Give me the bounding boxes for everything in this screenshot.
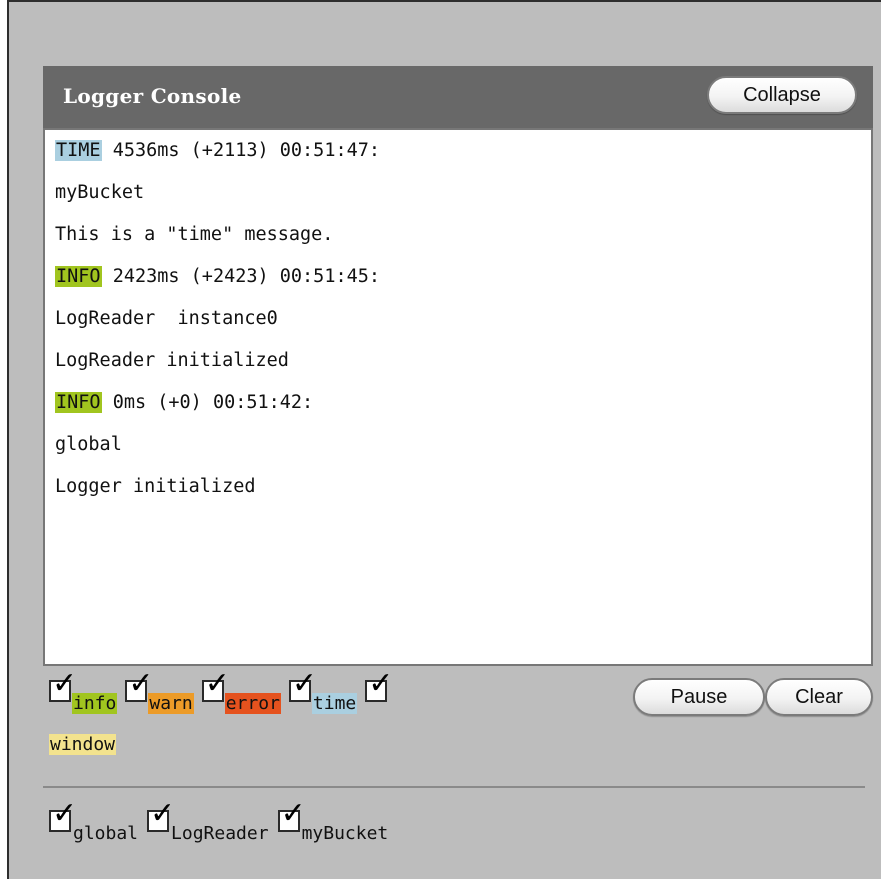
source-label-myBucket: myBucket <box>301 823 389 844</box>
category-badge: TIME <box>55 140 102 161</box>
filter-label-warn: warn <box>148 693 194 714</box>
checkbox-global[interactable]: ✓ <box>49 798 77 832</box>
log-entry-meta: 0ms (+0) 00:51:42: <box>101 392 314 413</box>
log-output[interactable]: TIME 4536ms (+2113) 00:51:47: myBucket Thi… <box>43 128 873 666</box>
filter-label-info: info <box>72 693 118 714</box>
checkbox-window[interactable]: ✓ <box>365 668 393 702</box>
source-filters: ✓ global ✓ LogReader ✓ myBucket <box>49 798 397 851</box>
log-entry-meta: 2423ms (+2423) 00:51:45: <box>101 266 381 287</box>
log-entry-header: INFO 2423ms (+2423) 00:51:45: <box>55 262 871 304</box>
source-label-global: global <box>73 823 139 844</box>
filter-label-time: time <box>311 693 358 714</box>
logger-console-frame: Logger Console Collapse TIME 4536ms (+21… <box>7 0 881 879</box>
checkbox-info[interactable]: ✓ <box>49 668 77 702</box>
filter-time[interactable]: ✓ time <box>288 668 358 721</box>
log-entry-header: TIME 4536ms (+2113) 00:51:47: <box>55 136 871 178</box>
filter-label-window: window <box>49 734 117 755</box>
category-filters: ✓ info ✓ warn ✓ error ✓ time ✓ window <box>49 668 629 762</box>
checkmark-icon: ✓ <box>368 666 394 701</box>
source-myBucket[interactable]: ✓ myBucket <box>277 798 390 851</box>
checkbox-LogReader[interactable]: ✓ <box>147 798 175 832</box>
category-badge: INFO <box>55 266 102 287</box>
checkbox-time[interactable]: ✓ <box>288 668 317 702</box>
log-entry-meta: 4536ms (+2113) 00:51:47: <box>101 140 381 161</box>
checkmark-icon: ✓ <box>204 666 230 701</box>
checkbox-error[interactable]: ✓ <box>201 668 230 702</box>
log-entry-header: INFO 0ms (+0) 00:51:42: <box>55 388 871 430</box>
checkmark-icon: ✓ <box>52 796 78 831</box>
checkbox-warn[interactable]: ✓ <box>125 668 154 702</box>
log-entry-text: LogReader initialized <box>55 350 289 371</box>
filter-window[interactable]: ✓ <box>365 668 393 714</box>
checkbox-myBucket[interactable]: ✓ <box>277 798 306 832</box>
source-label-LogReader: LogReader <box>171 823 269 844</box>
category-badge: INFO <box>55 392 102 413</box>
checkmark-icon: ✓ <box>128 666 154 701</box>
clear-button[interactable]: Clear <box>765 678 873 716</box>
log-entry-text: This is a "time" message. <box>55 224 334 245</box>
pause-button[interactable]: Pause <box>633 678 765 716</box>
console-title: Logger Console <box>63 84 242 108</box>
filter-label-error: error <box>224 693 281 714</box>
log-entry-text: Logger initialized <box>55 476 256 497</box>
console-header: Logger Console Collapse <box>43 66 873 128</box>
divider <box>43 786 865 788</box>
checkmark-icon: ✓ <box>280 796 306 831</box>
source-global[interactable]: ✓ global <box>49 798 139 851</box>
collapse-button[interactable]: Collapse <box>707 76 857 114</box>
source-LogReader[interactable]: ✓ LogReader <box>147 798 270 851</box>
log-entry-text: LogReader instance0 <box>55 308 278 329</box>
filter-info[interactable]: ✓ info <box>49 668 118 721</box>
filter-error[interactable]: ✓ error <box>201 668 281 721</box>
filter-warn[interactable]: ✓ warn <box>125 668 194 721</box>
category-controls: ✓ info ✓ warn ✓ error ✓ time ✓ window Pause Clear <box>49 668 874 776</box>
checkmark-icon: ✓ <box>291 666 318 701</box>
checkmark-icon: ✓ <box>150 796 176 831</box>
checkmark-icon: ✓ <box>52 666 78 701</box>
log-entry-text: global <box>55 434 122 455</box>
filter-label-wrap: window <box>49 721 629 762</box>
log-entry-text: myBucket <box>55 182 145 203</box>
